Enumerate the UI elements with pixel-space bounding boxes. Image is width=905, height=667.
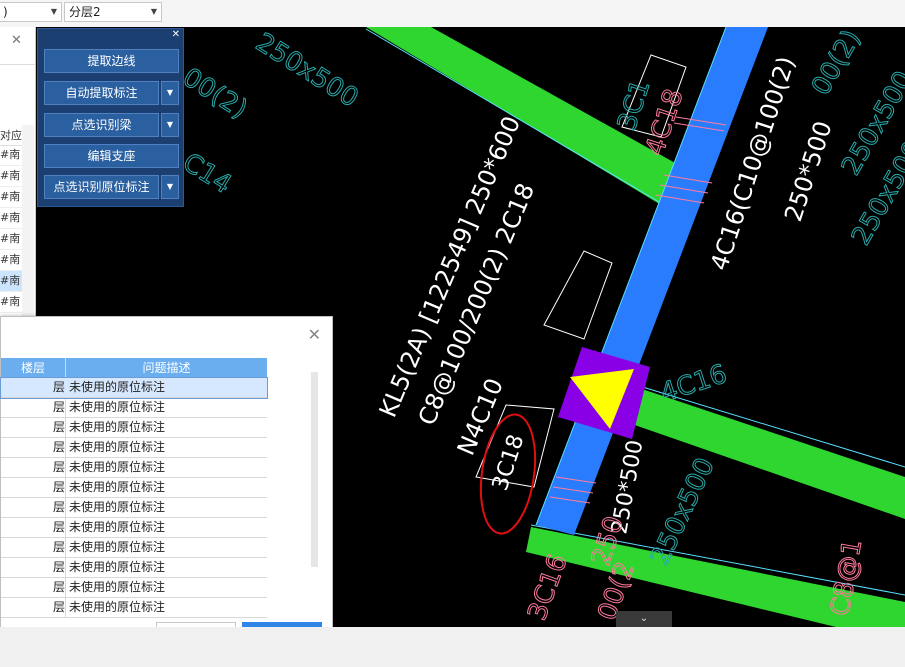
floor-cell: 层 bbox=[52, 400, 65, 414]
beam-tool-panel: ✕ 提取边线 自动提取标注 ▼ 点选识别梁 ▼ 编辑支座 点选识别原位标注 ▼ bbox=[37, 28, 184, 207]
table-row[interactable]: 层未使用的原位标注 bbox=[1, 478, 267, 498]
description-cell: 未使用的原位标注 bbox=[69, 540, 166, 554]
chevron-down-icon: ▼ bbox=[150, 7, 157, 16]
description-cell: 未使用的原位标注 bbox=[69, 580, 166, 594]
cyan-label-3: 250x500 bbox=[645, 453, 721, 570]
list-item[interactable]: #南 bbox=[0, 292, 22, 313]
description-cell: 未使用的原位标注 bbox=[69, 460, 166, 474]
pick-identify-beam-button[interactable]: 点选识别梁 bbox=[44, 113, 159, 137]
cyan-label-4: C14 bbox=[177, 147, 236, 200]
edit-support-button[interactable]: 编辑支座 bbox=[44, 144, 179, 168]
cyan-label-1: 250x500 bbox=[250, 27, 363, 113]
chevron-down-icon: ⌄ bbox=[639, 613, 649, 624]
divider bbox=[0, 64, 35, 65]
floor-cell: 层 bbox=[52, 540, 65, 554]
column-header-floor[interactable]: 楼层 bbox=[1, 358, 65, 378]
description-cell: 未使用的原位标注 bbox=[69, 420, 166, 434]
extract-edge-button[interactable]: 提取边线 bbox=[44, 49, 179, 73]
close-icon[interactable]: ✕ bbox=[11, 33, 22, 48]
table-row[interactable]: 层未使用的原位标注 bbox=[1, 438, 267, 458]
pick-identify-inplace-label-button[interactable]: 点选识别原位标注 bbox=[44, 175, 159, 199]
close-icon[interactable]: ✕ bbox=[308, 325, 321, 344]
table-row[interactable]: 层未使用的原位标注 bbox=[1, 578, 267, 598]
layer-combo[interactable]: 分层2 ▼ bbox=[64, 2, 162, 22]
top-toolbar: ) ▼ 分层2 ▼ bbox=[0, 0, 905, 28]
column-header-description[interactable]: 问题描述 bbox=[66, 358, 267, 378]
cyan-label-5: 00(2) bbox=[177, 62, 252, 124]
floor-cell: 层 bbox=[52, 480, 65, 494]
problem-list-dialog: ✕ 楼层 问题描述 层未使用的原位标注 层未使用的原位标注 层未使用的原位标注 … bbox=[0, 316, 333, 659]
auto-extract-label-button[interactable]: 自动提取标注 bbox=[44, 81, 159, 105]
description-cell: 未使用的原位标注 bbox=[69, 520, 166, 534]
layer-combo-value: 分层2 bbox=[69, 5, 101, 19]
list-item[interactable]: #南 bbox=[0, 145, 22, 166]
chevron-down-icon[interactable]: ▼ bbox=[161, 175, 179, 199]
floor-combo[interactable]: ) ▼ bbox=[0, 2, 62, 22]
floor-cell: 层 bbox=[52, 420, 65, 434]
chevron-down-icon: ▼ bbox=[50, 7, 57, 16]
floor-cell: 层 bbox=[52, 380, 65, 394]
description-cell: 未使用的原位标注 bbox=[69, 440, 166, 454]
floor-cell: 层 bbox=[52, 460, 65, 474]
table-row[interactable]: 层未使用的原位标注 bbox=[1, 458, 267, 478]
floor-cell: 层 bbox=[52, 500, 65, 514]
pink-label-2: 3C16 bbox=[522, 550, 573, 624]
right-label-2: 250*500 bbox=[779, 118, 838, 225]
list-item[interactable]: #南 bbox=[0, 271, 22, 292]
table-row[interactable]: 层未使用的原位标注 bbox=[1, 518, 267, 538]
description-cell: 未使用的原位标注 bbox=[69, 380, 166, 394]
floor-cell: 层 bbox=[52, 560, 65, 574]
floor-cell: 层 bbox=[52, 580, 65, 594]
list-item[interactable]: #南 bbox=[0, 229, 22, 250]
list-item[interactable]: #南 bbox=[0, 187, 22, 208]
table-row[interactable]: 层未使用的原位标注 bbox=[0, 377, 268, 399]
scrollbar[interactable] bbox=[22, 125, 34, 325]
table-row[interactable]: 层未使用的原位标注 bbox=[1, 598, 267, 618]
description-cell: 未使用的原位标注 bbox=[69, 400, 166, 414]
close-icon[interactable]: ✕ bbox=[172, 29, 180, 40]
cyan-label-2: 4C16 bbox=[657, 359, 731, 408]
floor-cell: 层 bbox=[52, 440, 65, 454]
description-cell: 未使用的原位标注 bbox=[69, 500, 166, 514]
description-cell: 未使用的原位标注 bbox=[69, 480, 166, 494]
chevron-down-icon[interactable]: ▼ bbox=[161, 113, 179, 137]
floor-combo-value: ) bbox=[3, 5, 8, 19]
list-item[interactable]: #南 bbox=[0, 208, 22, 229]
list-item[interactable]: #南 bbox=[0, 166, 22, 187]
table-row[interactable]: 层未使用的原位标注 bbox=[1, 498, 267, 518]
description-cell: 未使用的原位标注 bbox=[69, 600, 166, 614]
floor-cell: 层 bbox=[52, 600, 65, 614]
circled-label: 3C18 bbox=[488, 432, 530, 494]
collapse-tab[interactable]: ⌄ bbox=[616, 611, 672, 627]
table-row[interactable]: 层未使用的原位标注 bbox=[1, 398, 267, 418]
cyan-label-7: 00(2) bbox=[806, 27, 867, 101]
table-row[interactable]: 层未使用的原位标注 bbox=[1, 538, 267, 558]
chevron-down-icon[interactable]: ▼ bbox=[161, 81, 179, 105]
scrollbar[interactable] bbox=[311, 372, 318, 567]
status-bar bbox=[0, 627, 905, 667]
left-panel-header: 对应 bbox=[0, 127, 22, 146]
description-cell: 未使用的原位标注 bbox=[69, 560, 166, 574]
list-item[interactable]: #南 bbox=[0, 250, 22, 271]
table-row[interactable]: 层未使用的原位标注 bbox=[1, 558, 267, 578]
floor-cell: 层 bbox=[52, 520, 65, 534]
table-row[interactable]: 层未使用的原位标注 bbox=[1, 418, 267, 438]
